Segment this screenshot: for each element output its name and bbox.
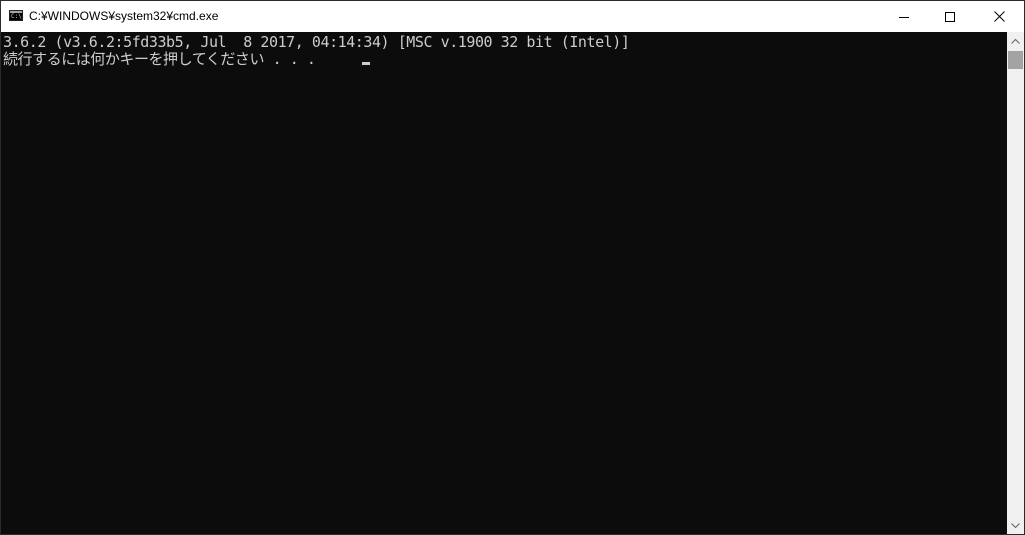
close-icon (993, 11, 1005, 22)
window-title: C:¥WINDOWS¥system32¥cmd.exe (29, 9, 219, 23)
minimize-icon (899, 16, 909, 18)
cmd-icon[interactable]: C:\. (9, 10, 26, 21)
console-line-prompt: 続行するには何かキーを押してください . . . (3, 50, 325, 68)
console-line-version: 3.6.2 (v3.6.2:5fd33b5, Jul 8 2017, 04:14… (3, 33, 630, 51)
close-button[interactable] (976, 1, 1022, 32)
title-bar[interactable]: C:\. C:¥WINDOWS¥system32¥cmd.exe (1, 1, 1024, 32)
maximize-button[interactable] (927, 1, 973, 32)
cmd-window: C:\. C:¥WINDOWS¥system32¥cmd.exe 3.6.2 (… (0, 0, 1025, 535)
chevron-down-icon (1011, 522, 1020, 528)
scroll-up-button[interactable] (1007, 32, 1024, 49)
maximize-icon (945, 11, 955, 22)
cmd-icon-text: C:\. (11, 13, 26, 20)
console-output[interactable]: 3.6.2 (v3.6.2:5fd33b5, Jul 8 2017, 04:14… (1, 32, 1006, 534)
scroll-down-button[interactable] (1007, 517, 1024, 534)
minimize-button[interactable] (881, 1, 927, 32)
chevron-up-icon (1011, 38, 1020, 44)
text-cursor (362, 62, 370, 65)
scroll-thumb[interactable] (1008, 51, 1023, 69)
vertical-scrollbar[interactable] (1007, 32, 1024, 534)
